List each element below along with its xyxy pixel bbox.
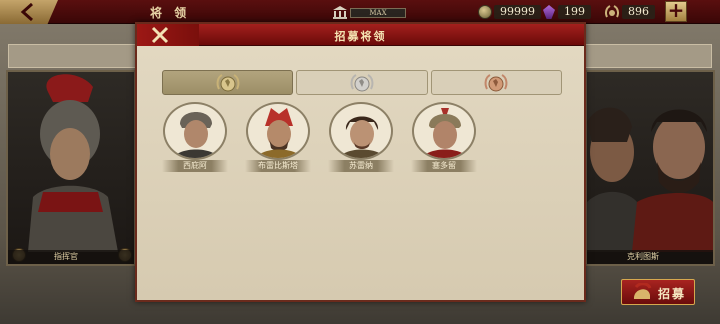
recruit-button-label: 招募 [658,287,687,301]
general-name: 塞多留 [411,160,477,172]
modal-header: 招募将领 [137,24,584,46]
silver-medal-icon [350,74,374,92]
general-card[interactable]: 西庇阿 [162,102,228,174]
add-resource-button[interactable]: + [665,0,687,22]
bearded-general-portrait [587,107,713,252]
general-face-scipio [173,112,219,158]
modal-title: 招募将领 [334,30,387,43]
recruit-helmet-icon [633,283,652,299]
temple-icon [333,6,347,19]
general-portrait [163,102,227,160]
gem-icon [543,5,555,19]
general-name: 苏雷纳 [328,160,394,172]
level-indicator: MAX [332,6,406,19]
background-card-name: 指挥官 [8,250,134,264]
medal-tabs [162,70,562,95]
general-face-sertorius [422,108,468,158]
modal-body: 西庇阿 布雷比斯塔 苏雷纳 塞多留 [137,46,584,300]
back-button[interactable] [0,0,58,24]
background-general-card-left[interactable]: 指挥官 [6,70,136,266]
general-name: 西庇阿 [162,160,228,172]
laurel-value: 896 [622,5,655,19]
recruit-button[interactable]: 招募 [621,279,695,305]
screen-title: 将 领 [150,6,191,20]
tab-silver[interactable] [296,70,428,95]
general-face-surena [339,116,385,158]
general-portrait [329,102,393,160]
background-general-card-right[interactable]: 克利图斯 [585,70,715,266]
coin-icon [478,5,492,19]
general-card[interactable]: 布雷比斯塔 [245,102,311,174]
general-portrait [246,102,310,160]
general-card[interactable]: 塞多留 [411,102,477,174]
recruit-generals-modal: 招募将领 西庇阿 布雷比斯塔 苏雷纳 塞多留 [135,22,586,302]
tab-gold[interactable] [162,70,294,95]
laurel-icon [605,5,619,18]
general-name: 布雷比斯塔 [245,160,311,172]
back-arrow-icon [20,3,33,21]
general-face-burebista [256,108,302,158]
gem-value: 199 [558,5,591,19]
level-value: MAX [350,7,406,18]
coin-value: 99999 [494,5,541,19]
coin-counter: 99999 [478,4,541,20]
laurel-counter: 896 [604,4,655,20]
roman-commander-portrait [28,74,118,252]
background-card-name: 克利图斯 [587,250,713,264]
general-portrait [412,102,476,160]
tab-bronze[interactable] [430,70,562,95]
gem-counter: 199 [543,4,591,20]
top-bar: 将 领 MAX 99999 199 896 + [0,0,720,24]
gold-medal-icon [216,74,240,92]
general-card[interactable]: 苏雷纳 [328,102,394,174]
bronze-medal-icon [484,74,508,92]
